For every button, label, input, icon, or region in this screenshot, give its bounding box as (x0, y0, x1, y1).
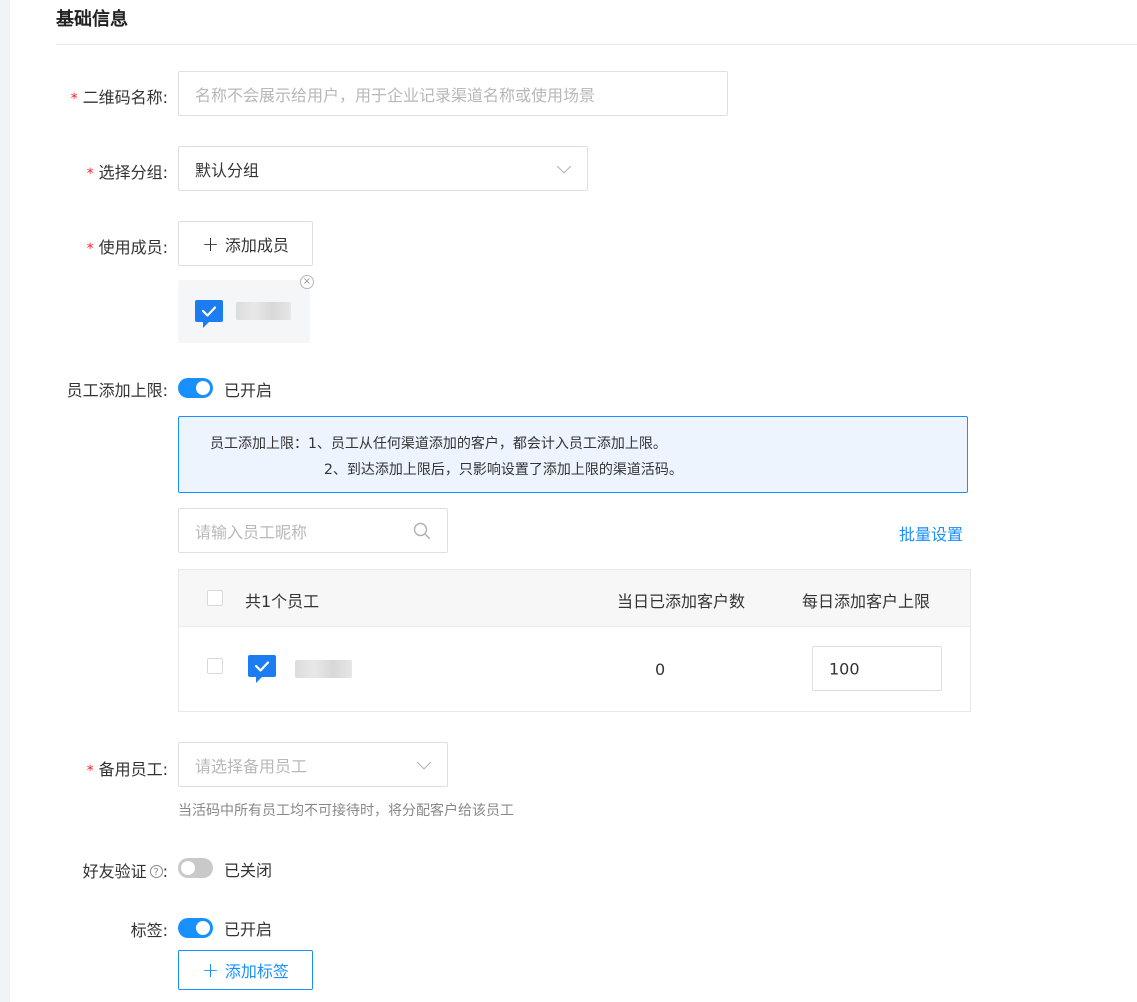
member-chip (178, 280, 310, 343)
column-header-added-today: 当日已添加客户数 (617, 592, 746, 611)
required-mark: * (86, 241, 94, 257)
wecom-avatar-icon (195, 300, 223, 328)
friend-verify-status: 已关闭 (224, 861, 273, 880)
friend-verify-toggle[interactable] (178, 858, 213, 878)
members-label: * 使用成员: (86, 238, 168, 257)
required-mark: * (86, 763, 94, 779)
left-gutter (0, 0, 10, 1002)
search-icon (413, 522, 431, 540)
added-today-value: 0 (655, 660, 666, 679)
qrcode-name-placeholder: 名称不会展示给用户，用于企业记录渠道名称或使用场景 (195, 85, 596, 105)
section-divider (56, 44, 1137, 45)
group-label: * 选择分组: (86, 163, 168, 182)
backup-staff-placeholder: 请选择备用员工 (195, 756, 308, 776)
required-mark: * (70, 91, 78, 107)
group-select[interactable]: 默认分组 (178, 146, 588, 191)
employee-search-input[interactable]: 请输入员工昵称 (178, 508, 448, 553)
daily-limit-value: 100 (829, 659, 860, 678)
column-header-staff: 共1个员工 (245, 592, 320, 611)
backup-staff-hint: 当活码中所有员工均不可接待时，将分配客户给该员工 (178, 803, 514, 819)
employee-limit-toggle[interactable] (178, 378, 213, 398)
employee-search-placeholder: 请输入员工昵称 (195, 522, 308, 542)
qrcode-name-input[interactable]: 名称不会展示给用户，用于企业记录渠道名称或使用场景 (178, 71, 728, 116)
select-all-checkbox[interactable] (207, 590, 223, 606)
column-header-daily-limit: 每日添加客户上限 (802, 592, 931, 611)
required-mark: * (86, 166, 94, 182)
help-icon[interactable]: ? (149, 865, 163, 878)
chevron-down-icon (416, 754, 432, 770)
toggle-knob (181, 861, 195, 875)
info-line-1: 员工添加上限：1、员工从任何渠道添加的客户，都会计入员工添加上限。 (210, 436, 667, 452)
tags-status: 已开启 (224, 920, 273, 939)
plus-icon: + (202, 958, 219, 982)
tags-toggle[interactable] (178, 918, 213, 938)
staff-limit-table: 共1个员工 当日已添加客户数 每日添加客户上限 0 100 (178, 569, 971, 712)
staff-name-redacted (295, 660, 352, 678)
backup-staff-select[interactable]: 请选择备用员工 (178, 742, 448, 787)
add-member-button[interactable]: + 添加成员 (178, 221, 313, 266)
member-name-redacted (236, 302, 291, 320)
chevron-down-icon (556, 158, 572, 174)
employee-limit-status: 已开启 (224, 381, 273, 400)
row-checkbox[interactable] (207, 658, 223, 674)
toggle-knob (196, 921, 210, 935)
tags-label: 标签: (130, 921, 168, 940)
section-title: 基础信息 (56, 9, 128, 30)
backup-staff-label: * 备用员工: (86, 760, 168, 779)
employee-limit-label: 员工添加上限: (66, 381, 168, 400)
add-member-label: 添加成员 (224, 235, 289, 255)
remove-member-icon[interactable]: × (300, 275, 314, 289)
plus-icon: + (202, 231, 219, 256)
batch-settings-link[interactable]: 批量设置 (899, 521, 963, 545)
wecom-avatar-icon (248, 655, 276, 683)
info-line-2: 2、到达添加上限后，只影响设置了添加上限的渠道活码。 (324, 462, 683, 478)
add-tag-label: 添加标签 (224, 962, 289, 981)
friend-verify-label: 好友验证?: (82, 862, 168, 881)
table-row: 0 100 (179, 627, 970, 711)
table-header: 共1个员工 当日已添加客户数 每日添加客户上限 (179, 570, 970, 627)
qrcode-name-label: * 二维码名称: (70, 88, 168, 107)
employee-limit-info: 员工添加上限：1、员工从任何渠道添加的客户，都会计入员工添加上限。 2、到达添加… (178, 416, 968, 493)
toggle-knob (196, 381, 210, 395)
group-select-value: 默认分组 (195, 160, 260, 180)
add-tag-button[interactable]: + 添加标签 (178, 950, 313, 990)
daily-limit-input[interactable]: 100 (812, 646, 942, 691)
